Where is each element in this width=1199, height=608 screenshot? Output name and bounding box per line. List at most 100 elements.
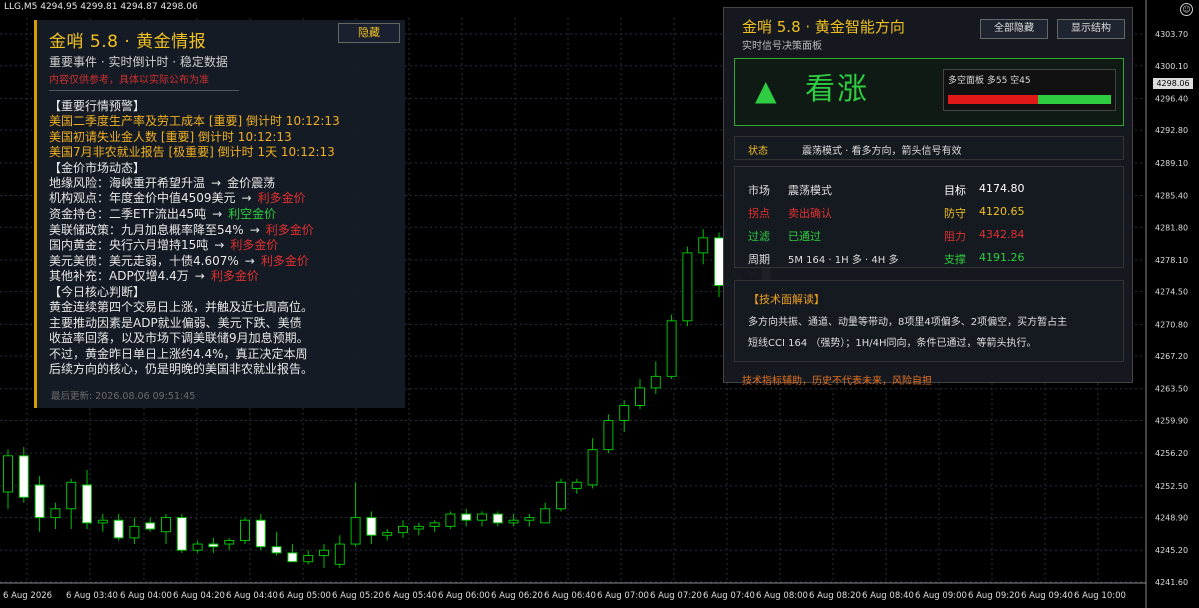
market-item: 美元美债：美元走弱，十债4.607% → 利多金价 [49,254,393,270]
arrow-right-icon: → [241,191,252,206]
candle-body [461,513,472,521]
market-text: 资金持仓：二季ETF流出45吨 [49,206,207,221]
ohlc-header: LLG,M5 4294.95 4299.81 4294.87 4298.06 [4,2,198,12]
candle-body [208,543,219,548]
market-item: 机构观点：年度金价中值4509美元 → 利多金价 [49,191,393,207]
arrow-right-icon: → [194,269,205,284]
price-tick: 4281.80 [1155,223,1188,232]
time-tick: 6 Aug 08:40 [862,591,914,601]
market-text: 其他补充：ADP仅增4.4万 [49,269,189,284]
time-tick: 6 Aug 05:00 [279,591,331,601]
price-tick: 4278.10 [1155,256,1188,265]
time-tick: 6 Aug 06:20 [491,591,543,601]
arrow-right-icon: → [249,222,260,237]
tech-analysis-box: 【技术面解读】 多方向共振、通道、动量等带动，8项里4项偏多、2项偏空，买方暂占… [734,280,1124,362]
time-tick: 6 Aug 09:00 [915,591,967,601]
arrow-right-icon: → [214,238,225,253]
bull-bear-panel: 多空面板 多55 空45 [943,69,1116,111]
candle-body [145,522,156,530]
candle-body [192,543,203,551]
market-text: 地缘风险：海峡重开希望升温 [49,175,206,190]
market-text: 机构观点：年度金价中值4509美元 [49,191,236,206]
candle-body [271,546,282,554]
market-text: 美联储政策：九月加息概率降至54% [49,222,244,237]
time-tick: 6 Aug 05:20 [332,591,384,601]
price-tick: 4241.60 [1155,578,1188,587]
market-result: 利多金价 [265,222,314,237]
market-result: 利多金价 [257,191,306,206]
bull-bear-label: 多空面板 多55 空45 [948,76,1031,86]
market-item: 地缘风险：海峡重开希望升温 → 金价震荡 [49,176,393,192]
market-result: 利空金价 [228,206,277,221]
judgment-line: 不过，黄金昨日单日上涨约4.4%，真正决定本周 [49,346,308,361]
candle-body [650,375,661,389]
judgment-line: 主要推动因素是ADP就业偏弱、美元下跌、美债 [49,315,302,330]
candle-body [571,481,582,489]
candle-body [413,525,424,530]
candle-body [587,449,598,486]
time-tick: 6 Aug 04:20 [173,591,225,601]
status-row: 状态 震荡模式 · 看多方向，箭头信号有效 [734,136,1124,160]
judgment-line: 黄金连续第四个交易日上涨，并触及近七周高位。 [49,299,314,314]
candle-body [508,519,519,524]
time-tick: 6 Aug 09:20 [968,591,1020,601]
candle-body [540,508,551,524]
grid-value: 4342.84 [979,228,1025,241]
alert-item: 美国二季度生产率及劳工成本 [重要] 倒计时 10:12:13 [49,114,340,128]
candle-body [224,540,235,545]
market-result: 利多金价 [260,253,309,268]
price-tick: 4289.10 [1155,159,1188,168]
show-structure-button[interactable]: 显示结构 [1057,19,1125,39]
status-text: 震荡模式 · 看多方向，箭头信号有效 [802,146,962,157]
arrow-right-icon: → [244,253,255,268]
time-tick: 6 Aug 06:00 [438,591,490,601]
grid-key: 过滤 [748,230,770,243]
grid-key: 防守 [944,207,966,220]
candle-body [666,320,677,377]
candle-body [619,405,630,422]
grid-key: 支撑 [944,253,966,266]
candle-body [34,484,45,519]
price-tick: 4263.50 [1155,385,1188,394]
candle-body [287,552,298,563]
risk-footer: 技术指标辅助，历史不代表未来，风险自担 [742,376,932,387]
candle-body [556,481,566,510]
time-tick: 6 Aug 09:40 [1021,591,1073,601]
candle-body [429,522,440,527]
alerts-list: 美国二季度生产率及劳工成本 [重要] 倒计时 10:12:13 美国初请失业金人数… [49,114,393,161]
smiley-icon[interactable]: ☺ [1180,3,1193,16]
grid-key: 周期 [748,253,770,266]
up-arrow-icon: ▲ [755,74,777,107]
candle-body [82,484,92,524]
candle-body [698,237,709,254]
price-tick: 4267.20 [1155,352,1188,361]
disclaimer: 内容仅供参考，具体以实际公布为准 [49,75,209,86]
candle-body [445,513,456,527]
price-tick: 4303.70 [1155,30,1188,39]
arrow-right-icon: → [212,206,223,221]
market-text: 美元美债：美元走弱，十债4.607% [49,253,239,268]
price-tick: 4248.90 [1155,514,1188,523]
time-tick: 6 Aug 03:40 [66,591,118,601]
status-label: 状态 [748,146,768,157]
market-item: 资金持仓：二季ETF流出45吨 → 利空金价 [49,207,393,223]
time-tick: 6 Aug 07:20 [650,591,702,601]
market-list: 地缘风险：海峡重开希望升温 → 金价震荡 机构观点：年度金价中值4509美元 → 利多金价… [49,176,393,285]
candle-body [524,517,535,521]
candle-body [603,420,614,451]
candle-body [334,543,345,565]
price-tick: 4300.10 [1155,62,1188,71]
market-result: 利多金价 [230,238,279,253]
tech-line: 短线CCI 164 （强势）；1H/4H同向，条件已通过，等箭头执行。 [748,338,1037,349]
time-tick: 6 Aug 06:40 [544,591,596,601]
last-updated: 最后更新: 2026.08.06 09:51:45 [51,391,196,402]
hide-all-button[interactable]: 全部隐藏 [980,19,1048,39]
grid-value: 4120.65 [979,205,1025,218]
market-item: 国内黄金：央行六月增持15吨 → 利多金价 [49,238,393,254]
divider [49,90,239,91]
time-tick: 6 Aug 07:40 [703,591,755,601]
hide-button[interactable]: 隐藏 [338,23,400,43]
market-text: 国内黄金：央行六月增持15吨 [49,238,209,253]
candle-body [161,517,171,533]
time-tick: 6 Aug 04:00 [120,591,172,601]
